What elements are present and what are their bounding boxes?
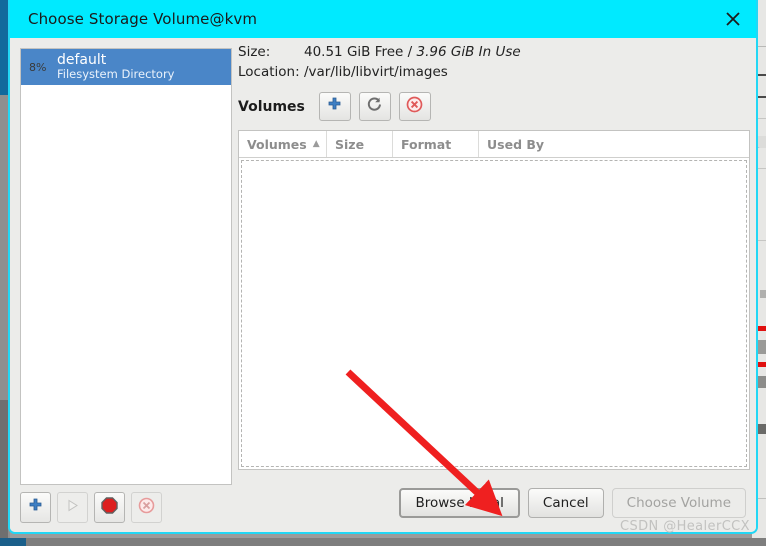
location-value: /var/lib/libvirt/images <box>304 64 448 80</box>
column-label: Volumes <box>247 136 307 152</box>
pool-location-row: Location: /var/lib/libvirt/images <box>238 64 748 80</box>
play-icon <box>65 498 80 517</box>
pool-size-row: Size: 40.51 GiB Free / 3.96 GiB In Use <box>238 44 748 60</box>
volumes-table-body[interactable] <box>241 160 747 467</box>
location-label: Location: <box>238 64 300 80</box>
volumes-header: Volumes <box>238 92 748 121</box>
stop-icon <box>101 497 118 518</box>
stop-pool-button[interactable] <box>94 492 125 523</box>
delete-circle-icon <box>138 497 155 518</box>
column-header-size[interactable]: Size <box>327 131 393 157</box>
column-label: Format <box>401 136 452 152</box>
background-taskbar-accent <box>0 538 26 546</box>
column-header-format[interactable]: Format <box>393 131 479 157</box>
new-volume-button[interactable] <box>318 92 351 121</box>
choose-storage-volume-dialog: Choose Storage Volume@kvm 8% default Fil… <box>8 0 758 534</box>
refresh-icon <box>366 96 383 117</box>
pool-toolbar <box>20 492 162 523</box>
volumes-title: Volumes <box>238 98 305 115</box>
volumes-table-header: Volumes ▲ Size Format Used By <box>239 131 749 158</box>
start-pool-button <box>57 492 88 523</box>
choose-volume-button: Choose Volume <box>611 488 746 518</box>
column-header-volumes[interactable]: Volumes ▲ <box>239 131 327 157</box>
delete-pool-button <box>131 492 162 523</box>
background-icon-e <box>758 340 766 354</box>
dialog-body: 8% default Filesystem Directory Size: 40… <box>10 38 756 532</box>
pool-name-label: default <box>57 51 107 68</box>
delete-circle-icon <box>406 96 423 117</box>
storage-pool-list[interactable]: 8% default Filesystem Directory <box>20 48 232 485</box>
list-item[interactable]: 8% default Filesystem Directory <box>21 49 231 85</box>
column-label: Used By <box>487 136 545 152</box>
close-icon[interactable] <box>710 0 756 38</box>
browse-local-button[interactable]: Browse Local <box>399 488 520 518</box>
background-icon-d <box>760 290 766 298</box>
volumes-table[interactable]: Volumes ▲ Size Format Used By <box>238 130 750 470</box>
dialog-titlebar: Choose Storage Volume@kvm <box>10 0 756 38</box>
background-window-left-footer <box>0 400 8 546</box>
refresh-volumes-button[interactable] <box>358 92 391 121</box>
pool-usage-label: 8% <box>29 60 47 74</box>
plus-icon <box>28 498 43 517</box>
delete-volume-button[interactable] <box>398 92 431 121</box>
dialog-action-buttons: Browse Local Cancel Choose Volume <box>399 488 746 518</box>
size-in-use-value: 3.96 GiB In Use <box>416 44 521 60</box>
size-label: Size: <box>238 44 271 60</box>
cancel-button[interactable]: Cancel <box>527 488 604 518</box>
size-free-value: 40.51 GiB Free <box>304 44 404 60</box>
column-header-used-by[interactable]: Used By <box>479 131 749 157</box>
add-pool-button[interactable] <box>20 492 51 523</box>
dialog-title: Choose Storage Volume@kvm <box>28 10 258 28</box>
plus-icon <box>327 97 342 116</box>
column-label: Size <box>335 136 365 152</box>
sort-ascending-icon: ▲ <box>312 139 320 149</box>
pool-type-label: Filesystem Directory <box>57 67 175 82</box>
background-taskbar <box>0 538 766 546</box>
pool-detail-pane: Size: 40.51 GiB Free / 3.96 GiB In Use L… <box>238 44 750 470</box>
background-icon-g <box>758 424 766 434</box>
